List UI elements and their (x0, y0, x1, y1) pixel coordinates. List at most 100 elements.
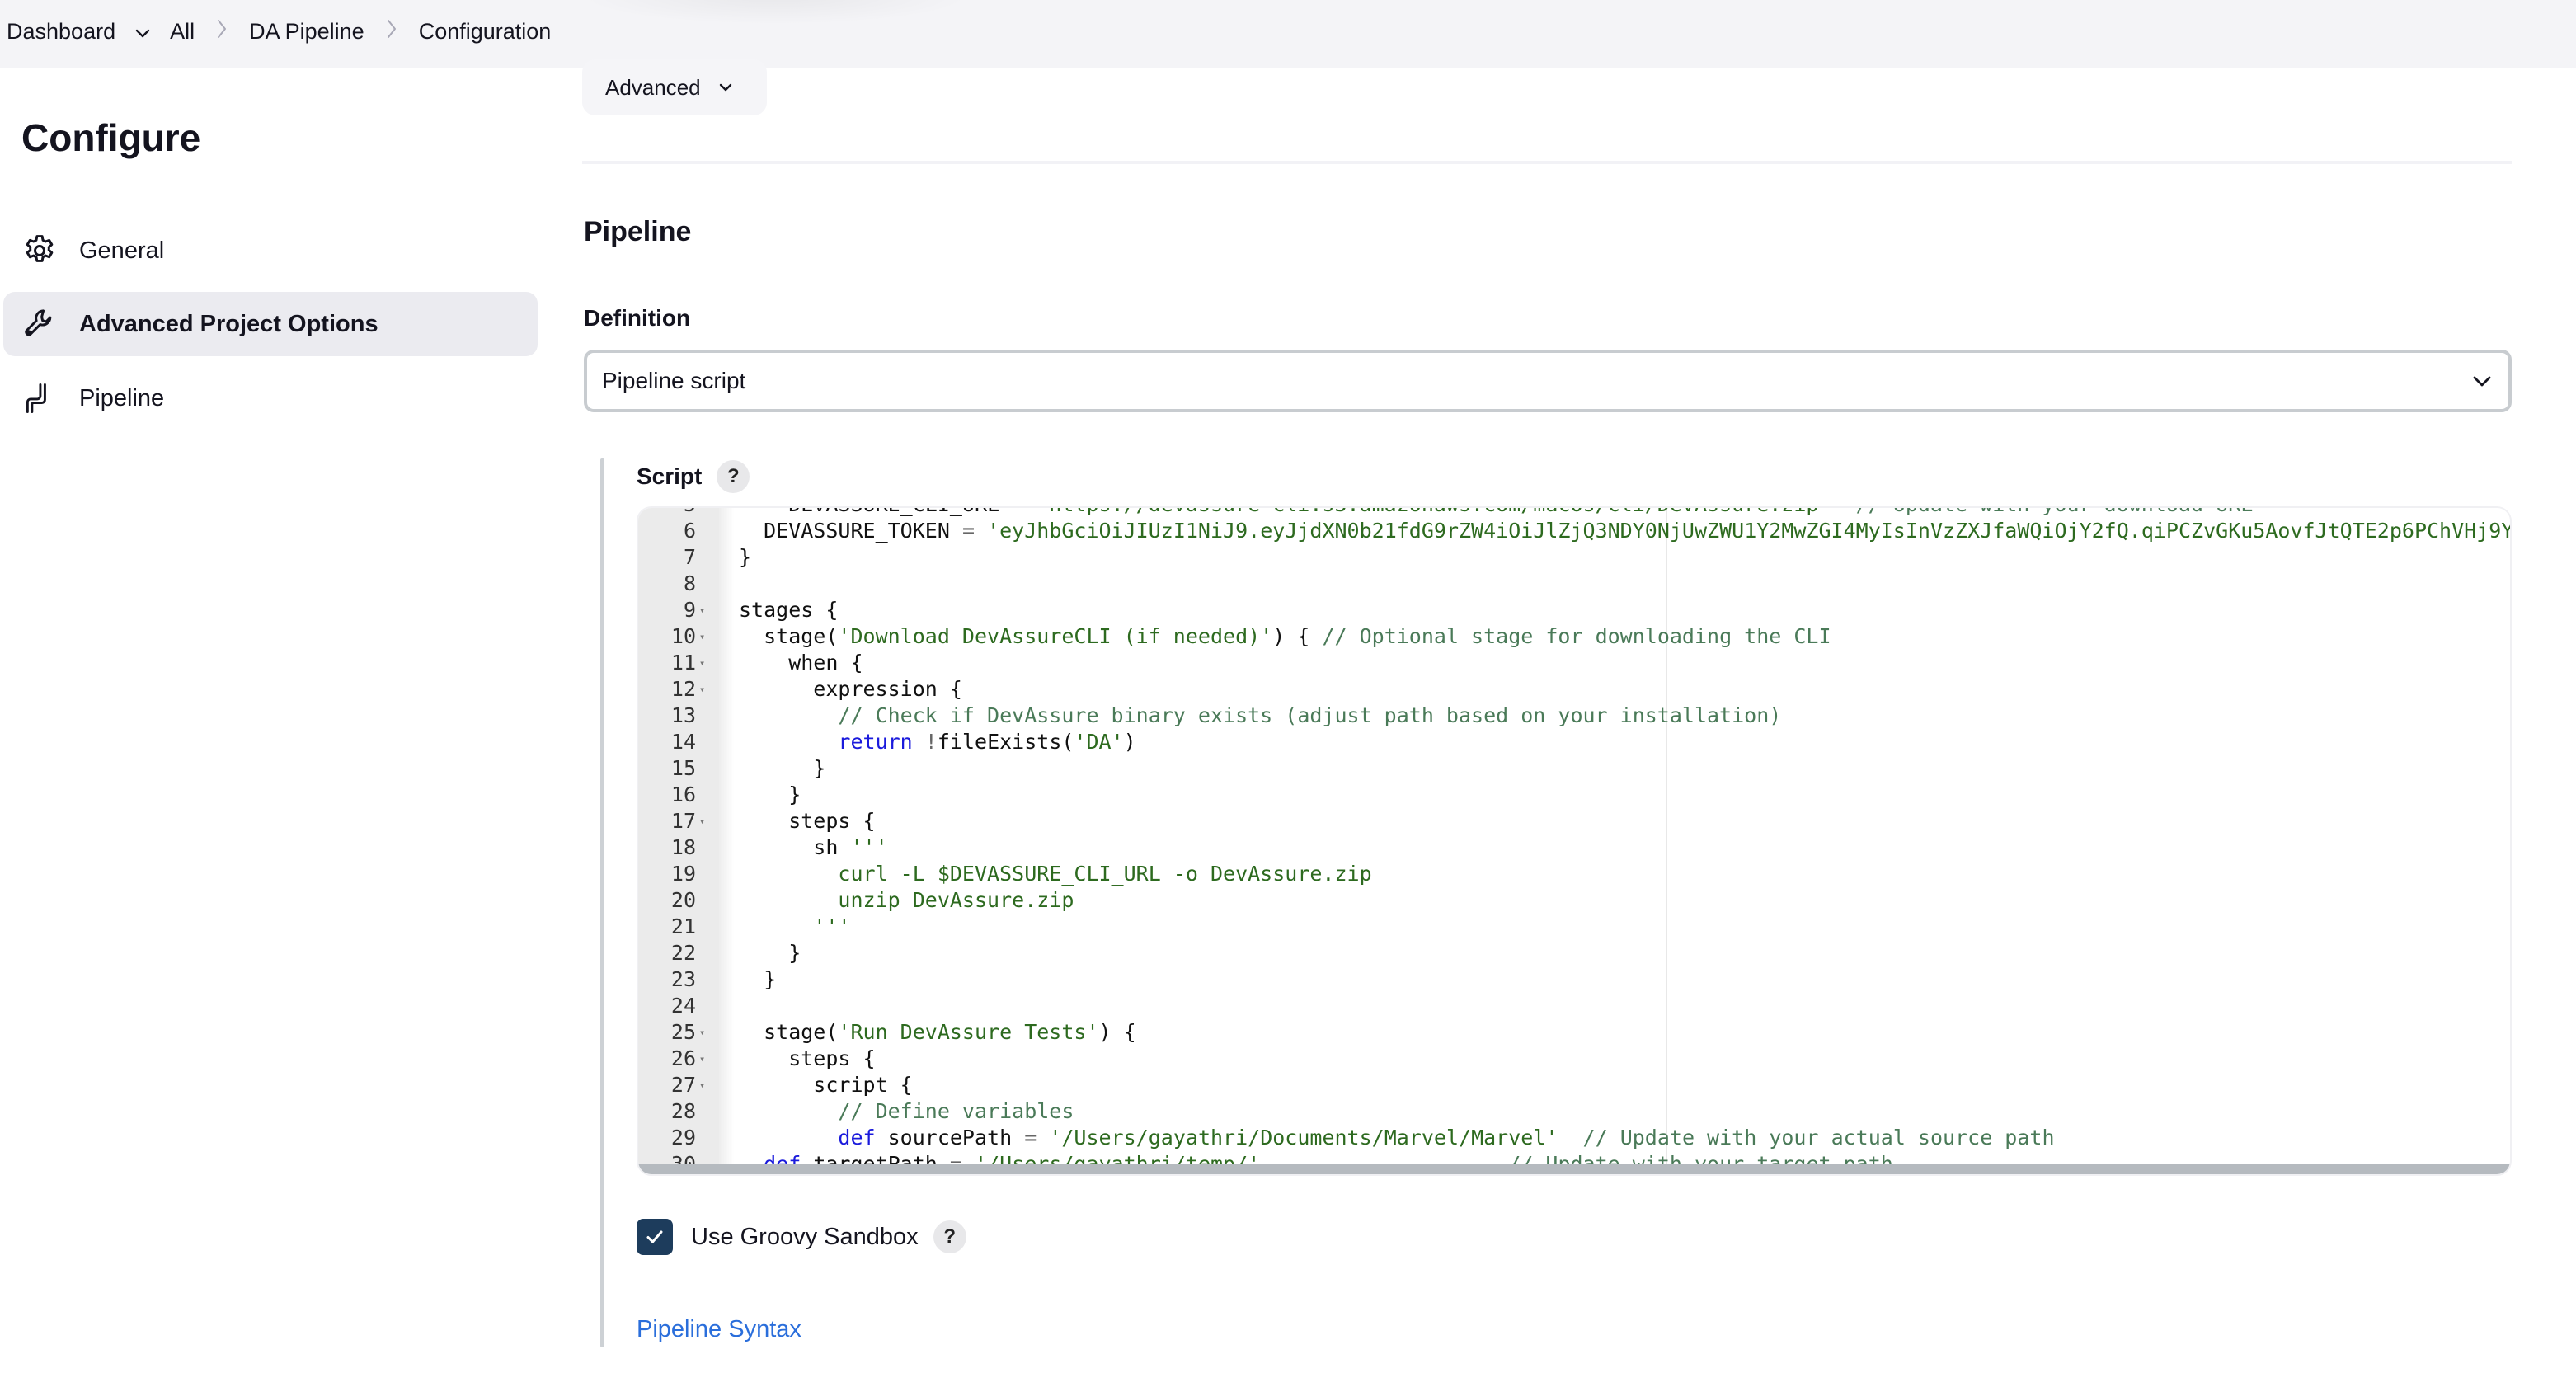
line-number: 29 (670, 1126, 696, 1149)
code-line: 11 ▾ when { (638, 650, 2510, 676)
script-editor[interactable]: 5 DEVASSURE_CLI_URL = 'https://devassure… (637, 506, 2512, 1176)
line-number: 10 (670, 624, 696, 648)
sidebar-item-label: Pipeline (79, 384, 165, 411)
advanced-button-label: Advanced (605, 74, 701, 100)
chevron-down-icon[interactable] (134, 22, 152, 40)
gear-icon (21, 233, 58, 269)
code-line: 13 // Check if DevAssure binary exists (… (638, 703, 2510, 729)
code-line: 10 ▾ stage('Download DevAssureCLI (if nee… (638, 623, 2510, 650)
fold-toggle-icon[interactable]: ▾ (699, 597, 705, 623)
code-line: 29 def sourcePath = '/Users/gayathri/Doc… (638, 1125, 2510, 1151)
line-number: 5 (638, 508, 696, 518)
code-text: sh ''' (739, 835, 888, 859)
code-text: curl -L $DEVASSURE_CLI_URL -o DevAssure.… (838, 862, 1372, 886)
code-text: ''' (813, 914, 851, 938)
fold-toggle-icon[interactable]: ▾ (699, 676, 705, 703)
checkmark-icon (646, 1230, 663, 1243)
help-icon[interactable]: ? (933, 1220, 966, 1253)
line-number: 6 (683, 519, 696, 543)
breadcrumb-configuration[interactable]: Configuration (419, 19, 552, 45)
sidebar-item-advanced-project-options[interactable]: Advanced Project Options (3, 292, 538, 356)
code-text: def sourcePath = '/Users/gayathri/Docume… (838, 1126, 2055, 1149)
fold-toggle-icon[interactable]: ▾ (699, 1046, 705, 1072)
code-line: 17 ▾ steps { (638, 808, 2510, 834)
fold-toggle-icon[interactable]: ▾ (699, 808, 705, 834)
groovy-sandbox-checkbox[interactable] (637, 1219, 673, 1255)
sidebar-item-general[interactable]: General (3, 219, 538, 283)
code-line: 6 DEVASSURE_TOKEN = 'eyJhbGciOiJIUzI1NiJ… (638, 518, 2510, 544)
pipeline-syntax-link[interactable]: Pipeline Syntax (637, 1316, 801, 1343)
code-text: } (739, 756, 826, 780)
line-number: 13 (670, 703, 696, 727)
code-line: 20 unzip DevAssure.zip (638, 887, 2510, 914)
header-shadow (577, 0, 973, 25)
definition-select[interactable]: Pipeline script (584, 350, 2512, 412)
code-text: stage('Download DevAssureCLI (if needed)… (739, 624, 1831, 648)
groovy-sandbox-label: Use Groovy Sandbox (691, 1223, 919, 1250)
code-text: } (739, 545, 752, 569)
code-line: 15 } (638, 755, 2510, 782)
chevron-down-icon (719, 83, 731, 92)
code-line: 16 } (638, 782, 2510, 808)
line-number: 19 (670, 862, 696, 886)
groovy-sandbox-row[interactable]: Use Groovy Sandbox ? (637, 1219, 966, 1255)
code-line: 27 ▾ script { (638, 1072, 2510, 1098)
definition-label: Definition (584, 305, 691, 331)
code-lines: 5 DEVASSURE_CLI_URL = 'https://devassure… (638, 508, 2510, 1174)
line-number: 21 (670, 914, 696, 938)
definition-select-value: Pipeline script (602, 368, 746, 393)
line-number: 24 (670, 994, 696, 1018)
line-number: 25 (670, 1020, 696, 1044)
fold-toggle-icon[interactable]: ▾ (699, 650, 705, 676)
code-line: 12 ▾ expression { (638, 676, 2510, 703)
page-title: Configure (21, 116, 201, 159)
line-number: 9 (683, 598, 696, 622)
nested-section-bar (600, 458, 604, 1347)
line-number: 28 (670, 1099, 696, 1123)
code-text: // Define variables (838, 1099, 1074, 1123)
fold-toggle-icon[interactable]: ▾ (699, 623, 705, 650)
breadcrumb-all[interactable]: All (170, 19, 195, 45)
breadcrumb-dashboard[interactable]: Dashboard (7, 19, 115, 45)
script-label-row: Script ? (637, 460, 750, 493)
line-number: 12 (670, 677, 696, 701)
line-number: 8 (683, 571, 696, 595)
line-number: 22 (670, 941, 696, 965)
help-icon[interactable]: ? (717, 460, 750, 493)
code-text: stage('Run DevAssure Tests') { (739, 1020, 1136, 1044)
fold-toggle-icon[interactable]: ▾ (699, 1019, 705, 1046)
top-bar: Dashboard All DA Pipeline Configuration (0, 0, 2576, 68)
line-number: 11 (670, 651, 696, 675)
sidebar-item-label: General (79, 237, 165, 264)
advanced-button[interactable]: Advanced (582, 59, 767, 115)
pipeline-icon (21, 380, 58, 416)
line-number: 26 (670, 1046, 696, 1070)
code-text: } (739, 783, 801, 806)
sidebar-item-label: Advanced Project Options (79, 310, 378, 337)
code-text: script { (739, 1073, 913, 1097)
code-text: when { (739, 651, 863, 675)
code-line: 7} (638, 544, 2510, 571)
chevron-down-icon (2473, 376, 2491, 387)
line-number: 14 (670, 730, 696, 754)
code-text: unzip DevAssure.zip (838, 888, 1074, 912)
sidebar-item-pipeline[interactable]: Pipeline (3, 366, 538, 430)
code-line: 25 ▾ stage('Run DevAssure Tests') { (638, 1019, 2510, 1046)
code-line: 24 (638, 993, 2510, 1019)
code-text: } (739, 941, 801, 965)
horizontal-scrollbar[interactable] (638, 1164, 2510, 1174)
code-line: 8 (638, 571, 2510, 597)
code-line: 28 // Define variables (638, 1098, 2510, 1125)
chevron-right-icon (216, 18, 228, 45)
line-number: 18 (670, 835, 696, 859)
breadcrumb-da-pipeline[interactable]: DA Pipeline (249, 19, 364, 45)
code-text: expression { (739, 677, 962, 701)
line-number: 20 (670, 888, 696, 912)
code-line: 23 } (638, 966, 2510, 993)
code-text: stages { (739, 598, 839, 622)
line-number: 17 (670, 809, 696, 833)
code-line: 22 } (638, 940, 2510, 966)
code-text: DEVASSURE_TOKEN = 'eyJhbGciOiJIUzI1NiJ9.… (739, 519, 2512, 543)
fold-toggle-icon[interactable]: ▾ (699, 1072, 705, 1098)
code-line: 26 ▾ steps { (638, 1046, 2510, 1072)
